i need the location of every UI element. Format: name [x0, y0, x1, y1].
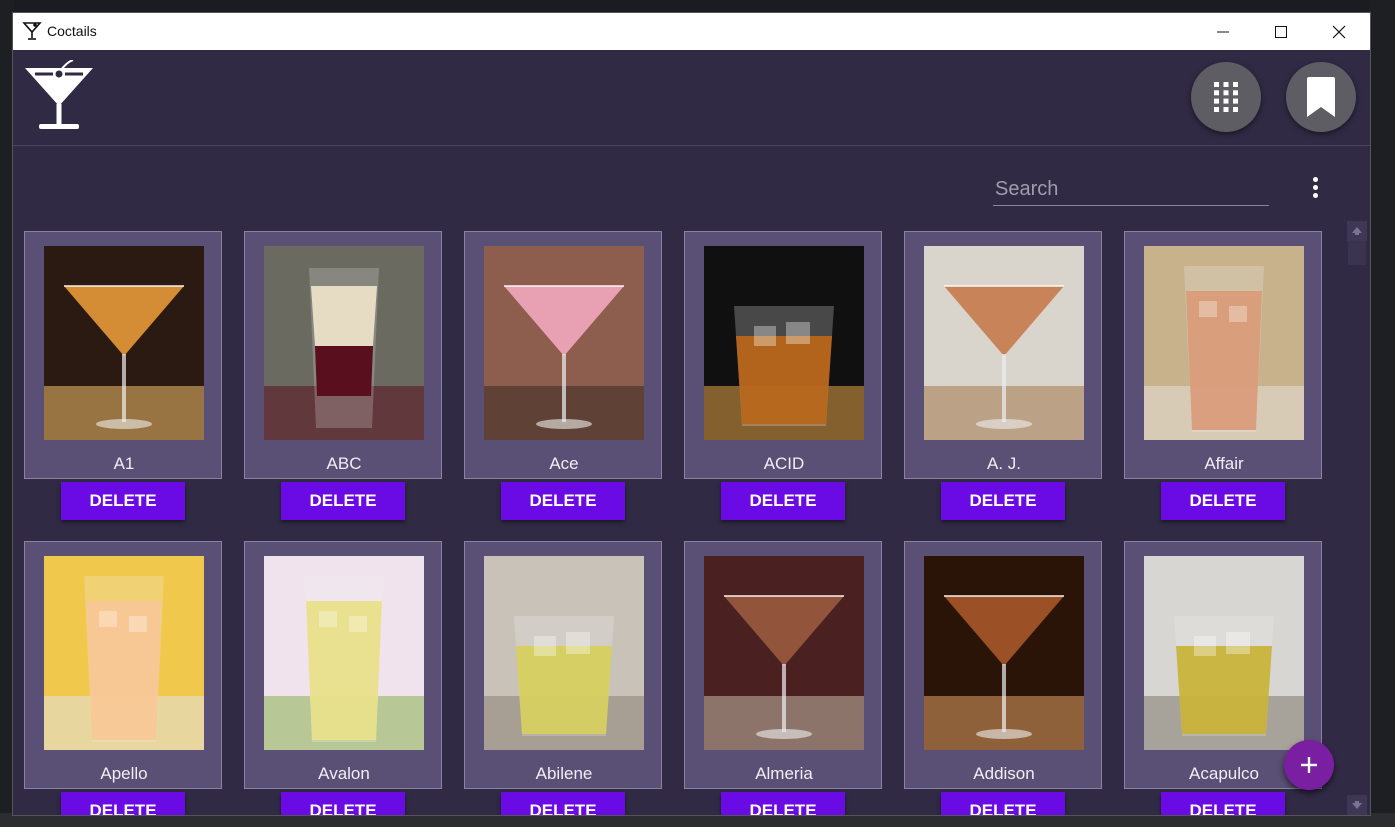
- cocktail-name: ABC: [326, 454, 362, 473]
- more-options-button[interactable]: [1305, 173, 1325, 201]
- delete-button[interactable]: DELETE: [1161, 482, 1285, 520]
- cocktail-photo: [1144, 246, 1304, 440]
- delete-button[interactable]: DELETE: [941, 792, 1065, 815]
- delete-button[interactable]: DELETE: [281, 482, 405, 520]
- scrollbar[interactable]: [1347, 221, 1367, 815]
- grid-icon: [1214, 82, 1238, 112]
- delete-button[interactable]: DELETE: [501, 792, 625, 815]
- cocktail-photo: [704, 556, 864, 750]
- martini-glass-icon: [21, 59, 97, 132]
- maximize-button[interactable]: [1252, 13, 1310, 50]
- cocktail-card[interactable]: A1: [24, 231, 222, 479]
- apps-button[interactable]: [1191, 62, 1261, 132]
- cocktail-card[interactable]: Affair: [1124, 231, 1322, 479]
- delete-button[interactable]: DELETE: [281, 792, 405, 815]
- cocktail-photo: [484, 246, 644, 440]
- cocktail-photo: [44, 556, 204, 750]
- cocktail-photo: [484, 556, 644, 750]
- cocktail-card[interactable]: Ace: [464, 231, 662, 479]
- bookmark-icon: [1307, 77, 1335, 117]
- cocktail-card[interactable]: Almeria: [684, 541, 882, 789]
- cocktail-photo: [924, 246, 1084, 440]
- search-input[interactable]: [993, 175, 1267, 203]
- arrow-down-icon: [1352, 801, 1362, 809]
- cocktail-card[interactable]: ACID: [684, 231, 882, 479]
- app-window: Coctails Search A1 DELETE ABC DELETE Ace…: [13, 13, 1370, 815]
- cocktail-card[interactable]: Avalon: [244, 541, 442, 789]
- delete-button[interactable]: DELETE: [61, 792, 185, 815]
- background-statusbar: [0, 813, 1395, 827]
- add-cocktail-button[interactable]: [1284, 740, 1334, 790]
- background-editor-right: [1369, 0, 1395, 827]
- scroll-thumb[interactable]: [1348, 241, 1366, 265]
- cocktail-photo: [924, 556, 1084, 750]
- cocktail-photo: [1144, 556, 1304, 750]
- scroll-up-button[interactable]: [1347, 221, 1367, 241]
- cocktail-name: Avalon: [318, 764, 370, 783]
- cocktail-name: ACID: [763, 454, 805, 473]
- martini-glass-icon: [22, 21, 42, 41]
- cocktail-card[interactable]: Apello: [24, 541, 222, 789]
- cocktail-name: Addison: [973, 764, 1035, 783]
- more-vertical-icon: [1312, 176, 1318, 182]
- cocktail-photo: [264, 556, 424, 750]
- minimize-button[interactable]: [1194, 13, 1252, 50]
- plus-icon: [1301, 757, 1317, 773]
- maximize-icon: [1275, 25, 1287, 38]
- background-editor-left: [0, 0, 14, 827]
- minimize-icon: [1217, 31, 1229, 32]
- cocktail-card[interactable]: A. J.: [904, 231, 1102, 479]
- cocktail-name: Abilene: [535, 764, 593, 783]
- close-button[interactable]: [1310, 13, 1368, 50]
- cocktail-photo: [264, 246, 424, 440]
- cocktail-photo: [44, 246, 204, 440]
- delete-button[interactable]: DELETE: [721, 482, 845, 520]
- cocktail-name: Almeria: [755, 764, 813, 783]
- title-bar: Coctails: [13, 13, 1370, 50]
- window-title: Coctails: [47, 23, 97, 39]
- arrow-up-icon: [1352, 227, 1362, 235]
- delete-button[interactable]: DELETE: [941, 482, 1065, 520]
- delete-button[interactable]: DELETE: [1161, 792, 1285, 815]
- cocktail-name: Ace: [549, 454, 579, 473]
- bookmark-button[interactable]: [1286, 62, 1356, 132]
- close-icon: [1332, 25, 1346, 38]
- cocktail-name: A1: [113, 454, 135, 473]
- search-field[interactable]: [993, 175, 1269, 206]
- delete-button[interactable]: DELETE: [501, 482, 625, 520]
- cocktail-photo: [704, 246, 864, 440]
- cocktail-name: A. J.: [986, 454, 1021, 473]
- delete-button[interactable]: DELETE: [61, 482, 185, 520]
- scroll-down-button[interactable]: [1347, 795, 1367, 815]
- cocktail-card[interactable]: Abilene: [464, 541, 662, 789]
- cocktail-card[interactable]: Addison: [904, 541, 1102, 789]
- delete-button[interactable]: DELETE: [721, 792, 845, 815]
- cocktail-name: Apello: [100, 764, 148, 783]
- cocktail-name: Affair: [1204, 454, 1244, 473]
- cocktail-card[interactable]: ABC: [244, 231, 442, 479]
- app-header: [13, 50, 1370, 146]
